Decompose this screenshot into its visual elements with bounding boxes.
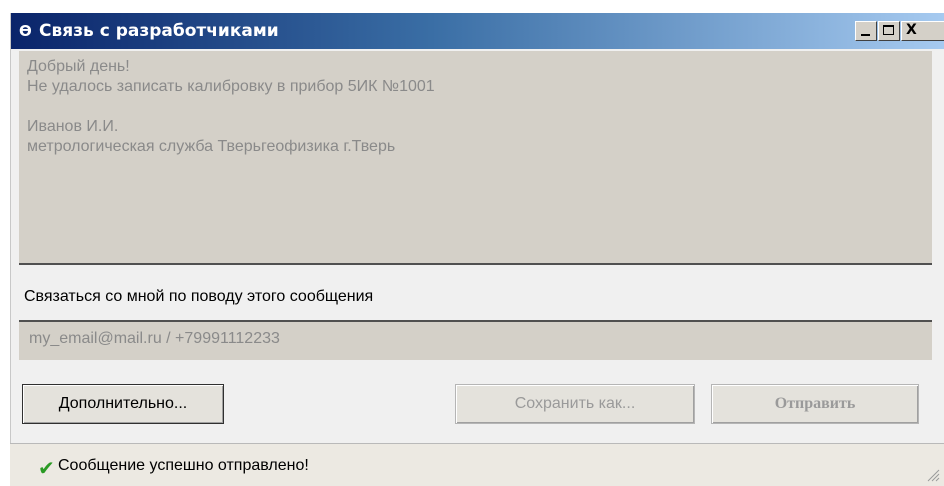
minimize-icon <box>861 34 870 36</box>
more-button[interactable]: Дополнительно... <box>22 384 224 424</box>
window-title: Связь с разработчиками <box>39 21 279 41</box>
title-bar[interactable]: ϴ Связь с разработчиками X <box>11 13 944 49</box>
maximize-icon <box>883 25 894 35</box>
close-icon: X <box>906 22 917 38</box>
checkmark-icon: ✔ <box>38 456 55 480</box>
minimize-button[interactable] <box>855 21 877 41</box>
message-textarea[interactable]: Добрый день! Не удалось записать калибро… <box>19 51 932 265</box>
save-as-button[interactable]: Сохранить как... <box>455 384 695 424</box>
status-message: Сообщение успешно отправлено! <box>58 457 309 474</box>
close-button[interactable]: X <box>901 21 944 41</box>
resize-grip-icon[interactable] <box>926 468 940 482</box>
contact-label: Связаться со мной по поводу этого сообще… <box>24 288 374 305</box>
maximize-button[interactable] <box>878 21 900 41</box>
db-icon: ϴ <box>19 22 32 40</box>
contact-input[interactable]: my_email@mail.ru / +79991112233 <box>19 320 932 360</box>
send-button[interactable]: Отправить <box>711 384 919 424</box>
status-bar: ✔ Сообщение успешно отправлено! <box>10 443 944 486</box>
